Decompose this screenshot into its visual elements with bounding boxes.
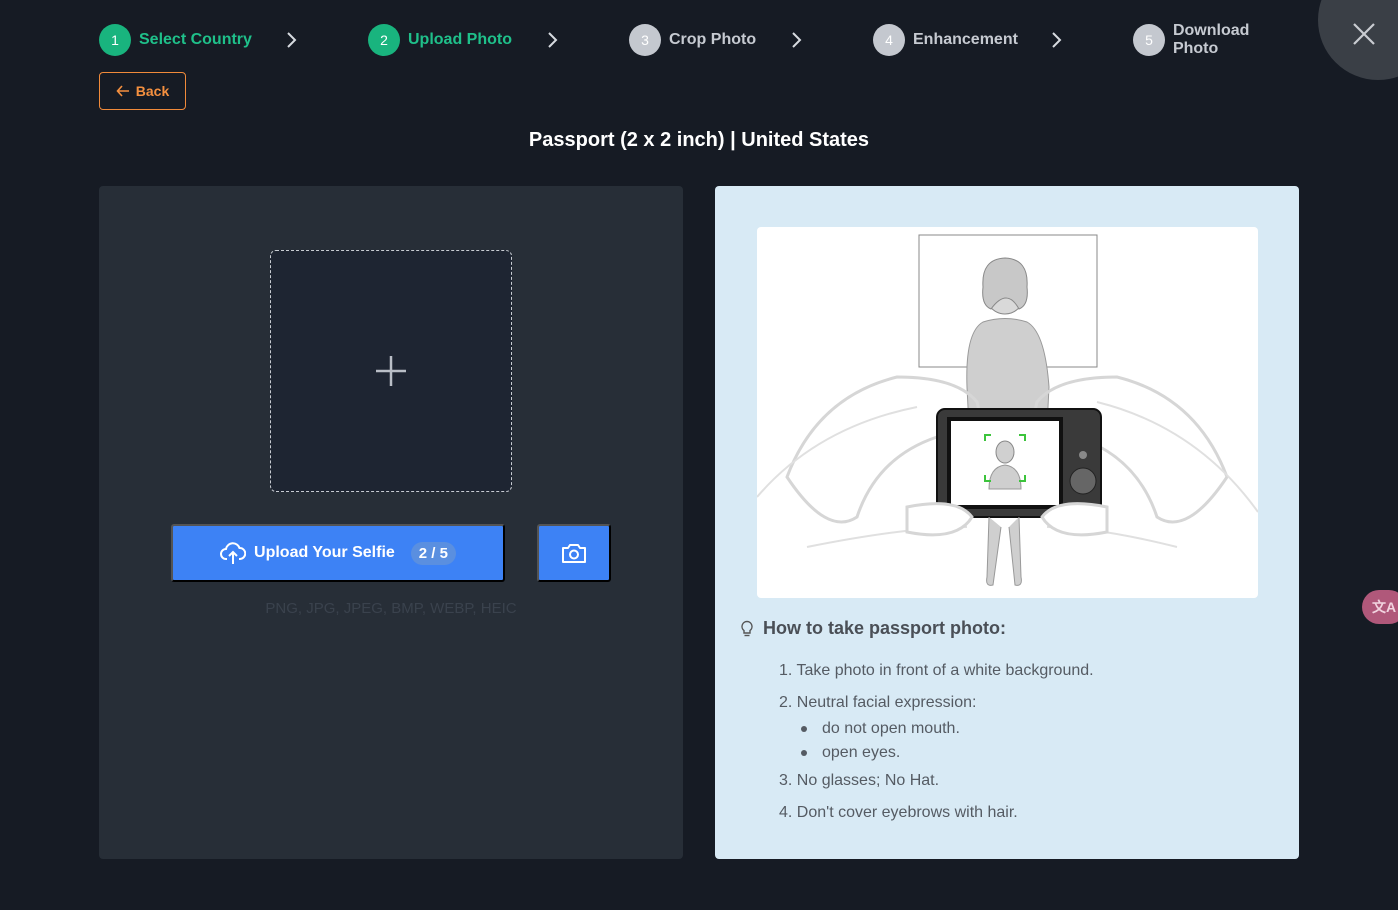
- passport-photo-illustration: [757, 227, 1258, 598]
- tips-list: 1. Take photo in front of a white backgr…: [779, 660, 1094, 834]
- tip-item: 4. Don't cover eyebrows with hair.: [779, 804, 1018, 821]
- sub-tips-list: do not open mouth. open eyes.: [779, 718, 1094, 766]
- close-icon[interactable]: [1350, 20, 1378, 48]
- step-label: Enhancement: [913, 31, 1018, 48]
- page-title: Passport (2 x 2 inch) | United States: [528, 129, 870, 151]
- upload-panel: Upload Your Selfie 2 / 5 PNG, JPG, JPEG,…: [99, 186, 683, 859]
- plus-icon: [374, 354, 408, 388]
- step-download-photo[interactable]: 5 Download Photo: [1133, 22, 1299, 57]
- step-label: Download Photo: [1172, 22, 1250, 57]
- chevron-right-icon: [1046, 30, 1066, 50]
- tip-item: 1. Take photo in front of a white backgr…: [779, 662, 1094, 679]
- arrow-left-icon: [116, 84, 130, 98]
- camera-button[interactable]: [537, 524, 611, 582]
- step-select-country[interactable]: 1 Select Country: [99, 24, 252, 56]
- back-label: Back: [135, 83, 170, 99]
- chevron-right-icon: [786, 30, 806, 50]
- guide-panel: How to take passport photo: 1. Take phot…: [715, 186, 1299, 859]
- tip-item: 3. No glasses; No Hat.: [779, 772, 940, 789]
- guide-heading: How to take passport photo:: [739, 618, 1006, 639]
- step-label: Upload Photo: [408, 31, 512, 48]
- step-upload-photo[interactable]: 2 Upload Photo: [368, 24, 512, 56]
- upload-selfie-button[interactable]: Upload Your Selfie 2 / 5: [171, 524, 505, 582]
- step-number: 3: [629, 24, 661, 56]
- sub-tip-item: open eyes.: [801, 742, 1094, 766]
- lightbulb-icon: [739, 620, 755, 638]
- upload-selfie-label: Upload Your Selfie: [254, 544, 395, 561]
- translate-button[interactable]: 文A: [1362, 590, 1398, 624]
- photo-drop-zone[interactable]: [270, 250, 512, 492]
- translate-icon: 文A: [1372, 599, 1397, 615]
- step-label: Crop Photo: [669, 31, 757, 48]
- camera-icon: [560, 539, 588, 567]
- back-button[interactable]: Back: [99, 72, 186, 110]
- cloud-upload-icon: [220, 540, 247, 566]
- chevron-right-icon: [542, 30, 562, 50]
- step-crop-photo[interactable]: 3 Crop Photo: [629, 24, 756, 56]
- guide-title: How to take passport photo:: [763, 618, 1006, 638]
- step-number: 4: [873, 24, 905, 56]
- chevron-right-icon: [281, 30, 301, 50]
- upload-count-badge: 2 / 5: [410, 541, 456, 565]
- step-number: 5: [1133, 24, 1165, 56]
- step-enhancement[interactable]: 4 Enhancement: [873, 24, 1018, 56]
- stepper: 1 Select Country 2 Upload Photo 3 Crop P…: [99, 22, 1299, 57]
- step-label: Select Country: [139, 31, 252, 48]
- supported-formats: PNG, JPG, JPEG, BMP, WEBP, HEIC: [265, 600, 517, 617]
- step-number: 2: [368, 24, 400, 56]
- step-number: 1: [99, 24, 131, 56]
- sub-tip-item: do not open mouth.: [801, 718, 1094, 742]
